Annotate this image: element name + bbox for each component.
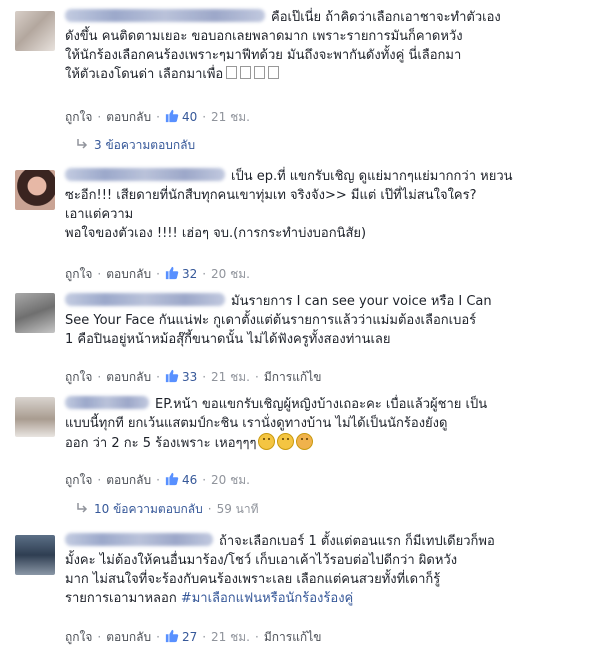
comment-actions: ถูกใจ · ตอบกลับ · 40 · 21 ชม. — [65, 109, 250, 124]
avatar[interactable] — [15, 293, 55, 333]
like-count[interactable]: 32 — [165, 266, 197, 281]
reply-button[interactable]: ตอบกลับ — [106, 473, 151, 487]
reply-button[interactable]: ตอบกลับ — [106, 267, 151, 281]
comment-text: มันรายการ I can see your voice หรือ I Ca… — [65, 293, 492, 347]
view-replies-link[interactable]: 10 ข้อความตอบกลับ · 59 นาที — [76, 501, 259, 517]
thumbs-up-icon — [165, 629, 179, 643]
avatar[interactable] — [15, 11, 55, 51]
avatar[interactable] — [15, 397, 55, 437]
timestamp[interactable]: 21 ชม. — [211, 370, 250, 384]
commenter-name-blurred[interactable] — [65, 396, 149, 409]
edited-label[interactable]: มีการแก้ไข — [264, 370, 322, 384]
reply-arrow-icon — [77, 139, 88, 149]
thumbs-up-icon — [165, 266, 179, 280]
view-replies-link[interactable]: 3 ข้อความตอบกลับ — [76, 137, 195, 153]
reply-button[interactable]: ตอบกลับ — [106, 630, 151, 644]
commenter-name-blurred[interactable] — [65, 293, 225, 306]
hashtag-link[interactable]: #มาเลือกแฟนหรือนักร้องร้องคู่ — [181, 591, 353, 606]
unsupported-glyph-icon — [223, 66, 280, 82]
like-count[interactable]: 46 — [165, 472, 197, 487]
comment-text: คือเป๊เนี่ย ถ้าคิดว่าเลือกเอาชาจะทำตัวเอ… — [65, 9, 501, 82]
smile-emoji-icon — [258, 433, 276, 450]
thumbs-up-icon — [165, 472, 179, 486]
smirk-emoji-icon — [277, 433, 295, 450]
thumbs-up-icon — [165, 369, 179, 383]
comment-text: เป็น ep.ที่ แขกรับเชิญ ดูแย่มากๆแย่มากกว… — [65, 168, 513, 241]
like-count[interactable]: 40 — [165, 109, 197, 124]
like-count[interactable]: 33 — [165, 369, 197, 384]
like-button[interactable]: ถูกใจ — [65, 267, 92, 281]
commenter-name-blurred[interactable] — [65, 9, 265, 22]
like-count[interactable]: 27 — [165, 629, 197, 644]
like-button[interactable]: ถูกใจ — [65, 630, 92, 644]
comment-actions: ถูกใจ · ตอบกลับ · 33 · 21 ชม. · มีการแก้ไข — [65, 369, 322, 384]
like-button[interactable]: ถูกใจ — [65, 110, 92, 124]
commenter-name-blurred[interactable] — [65, 533, 213, 546]
timestamp[interactable]: 21 ชม. — [211, 630, 250, 644]
timestamp[interactable]: 21 ชม. — [211, 110, 250, 124]
reply-button[interactable]: ตอบกลับ — [106, 370, 151, 384]
angry-emoji-icon — [296, 433, 314, 450]
comment-actions: ถูกใจ · ตอบกลับ · 27 · 21 ชม. · มีการแก้ไข — [65, 629, 322, 644]
comment-actions: ถูกใจ · ตอบกลับ · 46 · 20 ชม. — [65, 472, 250, 487]
comment-actions: ถูกใจ · ตอบกลับ · 32 · 20 ชม. — [65, 266, 250, 281]
like-button[interactable]: ถูกใจ — [65, 473, 92, 487]
edited-label[interactable]: มีการแก้ไข — [264, 630, 322, 644]
timestamp[interactable]: 20 ชม. — [211, 267, 250, 281]
replies-timestamp: 59 นาที — [216, 502, 259, 516]
comment-text: ถ้าจะเลือกเบอร์ 1 ตั้งแต่ตอนแรก ก็มีเทปเ… — [65, 533, 495, 606]
comment-text: EP.หน้า ขอแขกรับเชิญผู้หญิงบ้างเถอะคะ เบ… — [65, 396, 488, 451]
avatar[interactable] — [15, 535, 55, 575]
reply-button[interactable]: ตอบกลับ — [106, 110, 151, 124]
commenter-name-blurred[interactable] — [65, 168, 225, 181]
reply-arrow-icon — [77, 503, 88, 513]
timestamp[interactable]: 20 ชม. — [211, 473, 250, 487]
like-button[interactable]: ถูกใจ — [65, 370, 92, 384]
thumbs-up-icon — [165, 109, 179, 123]
avatar[interactable] — [15, 170, 55, 210]
